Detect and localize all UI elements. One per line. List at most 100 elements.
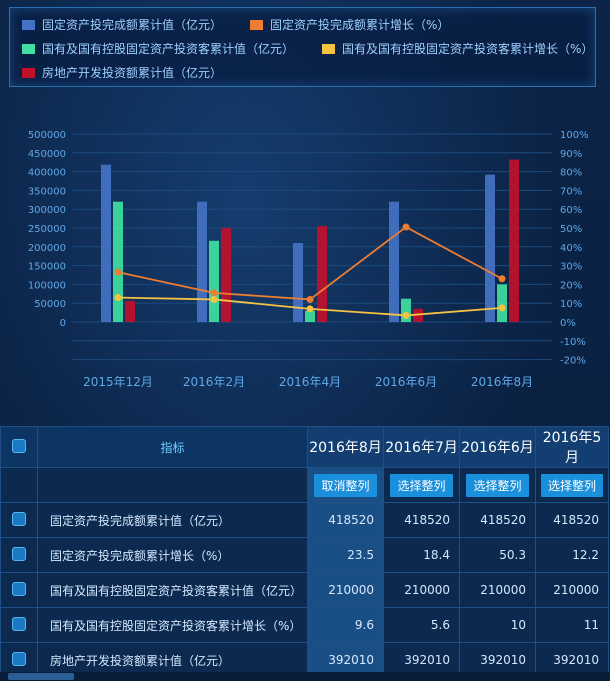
table-row: 固定资产投完成额累计增长（%） 23.5 18.4 50.3 12.2 — [0, 537, 609, 573]
legend-swatch — [22, 68, 35, 78]
row-checkbox[interactable] — [12, 651, 26, 666]
button-cell: 选择整列 — [383, 467, 460, 503]
y-right-tick-label: 80% — [560, 168, 582, 179]
y-left-tick-label: 200000 — [28, 243, 66, 254]
y-left-tick-label: 250000 — [28, 224, 66, 235]
button-cell: 选择整列 — [459, 467, 536, 503]
select-all-checkbox[interactable] — [12, 438, 26, 453]
y-right-tick-label: 60% — [560, 205, 582, 216]
select-column-button[interactable]: 选择整列 — [466, 473, 529, 497]
row-value: 418520 — [383, 502, 460, 538]
line-point — [114, 268, 122, 276]
y-right-tick-label: -10% — [560, 337, 586, 348]
bar — [197, 201, 207, 322]
row-checkbox[interactable] — [12, 581, 26, 596]
header-month[interactable]: 2016年5月 — [535, 426, 609, 468]
legend-item-state-owned-growth[interactable]: 国有及国有控股固定资产投资客累计增长（%） — [322, 40, 593, 57]
row-value: 210000 — [383, 572, 460, 608]
line-point — [498, 304, 506, 312]
legend-item-fixed-asset-growth[interactable]: 固定资产投完成额累计增长（%） — [250, 16, 449, 33]
row-checkbox[interactable] — [12, 616, 26, 631]
header-indicator: 指标 — [37, 426, 308, 468]
bar — [101, 164, 111, 322]
row-value: 418520 — [307, 502, 384, 538]
legend-item-fixed-asset-value[interactable]: 固定资产投完成额累计值（亿元） — [22, 16, 222, 33]
bar — [305, 310, 315, 322]
select-column-button[interactable]: 选择整列 — [540, 473, 603, 497]
y-right-tick-label: 50% — [560, 224, 582, 235]
line-point — [402, 311, 410, 319]
table-header-row: 指标 2016年8月 2016年7月 2016年6月 2016年5月 — [0, 426, 609, 468]
header-month[interactable]: 2016年6月 — [459, 426, 536, 468]
y-left-tick-label: 100000 — [28, 280, 66, 291]
y-left-tick-label: 150000 — [28, 262, 66, 273]
line-point — [114, 294, 122, 302]
data-table-wrapper: 指标 2016年8月 2016年7月 2016年6月 2016年5月 取消整列 … — [0, 426, 610, 681]
deselect-column-button[interactable]: 取消整列 — [314, 473, 377, 497]
row-value: 418520 — [459, 502, 536, 538]
y-left-tick-label: 0 — [60, 318, 66, 329]
bar — [509, 159, 519, 322]
y-right-tick-label: 30% — [560, 262, 582, 273]
table-row: 国有及国有控股固定资产投资客累计值（亿元） 210000 210000 2100… — [0, 572, 609, 608]
header-month[interactable]: 2016年8月 — [307, 426, 384, 468]
x-tick-label: 2016年8月 — [471, 375, 533, 389]
row-checkbox[interactable] — [12, 511, 26, 526]
row-value: 10 — [459, 607, 536, 643]
table-row: 固定资产投完成额累计值（亿元） 418520 418520 418520 418… — [0, 502, 609, 538]
row-value: 210000 — [459, 572, 536, 608]
table-row: 国有及国有控股固定资产投资客累计增长（%） 9.6 5.6 10 11 — [0, 607, 609, 643]
row-value: 210000 — [535, 572, 609, 608]
row-checkbox-cell — [0, 572, 38, 608]
header-month[interactable]: 2016年7月 — [383, 426, 460, 468]
legend-swatch — [322, 44, 335, 54]
row-indicator-name: 固定资产投完成额累计增长（%） — [37, 537, 308, 573]
bar — [209, 240, 219, 322]
combo-chart: 0 50000 100000 150000 200000 250000 300000 3500… — [28, 130, 589, 389]
legend-swatch — [22, 44, 35, 54]
bar — [317, 226, 327, 322]
bar — [113, 201, 123, 322]
y-left-tick-label: 50000 — [34, 299, 66, 310]
series-line — [117, 225, 503, 301]
row-value: 210000 — [307, 572, 384, 608]
line-point — [210, 295, 218, 303]
x-tick-label: 2016年4月 — [279, 375, 341, 389]
chart-legend: 固定资产投完成额累计值（亿元） 固定资产投完成额累计增长（%） 国有及国有控股固… — [9, 7, 596, 87]
row-value: 50.3 — [459, 537, 536, 573]
y-left-tick-label: 300000 — [28, 205, 66, 216]
legend-item-real-estate-value[interactable]: 房地产开发投资额累计值（亿元） — [22, 64, 222, 81]
scrollbar-thumb[interactable] — [8, 673, 74, 680]
bar — [389, 201, 399, 322]
empty-cell — [0, 467, 38, 503]
line-point — [210, 289, 218, 297]
horizontal-scrollbar[interactable] — [0, 672, 610, 681]
row-value: 9.6 — [307, 607, 384, 643]
y-right-tick-label: 70% — [560, 186, 582, 197]
button-cell: 取消整列 — [307, 467, 384, 503]
bar — [293, 243, 303, 322]
indicator-table: 指标 2016年8月 2016年7月 2016年6月 2016年5月 取消整列 … — [0, 426, 609, 678]
row-value: 12.2 — [535, 537, 609, 573]
select-column-button[interactable]: 选择整列 — [390, 473, 453, 497]
line-point — [306, 295, 314, 303]
y-right-tick-label: 90% — [560, 149, 582, 160]
y-right-tick-label: 100% — [560, 130, 589, 141]
select-all-cell — [0, 426, 38, 468]
row-indicator-name: 国有及国有控股固定资产投资客累计值（亿元） — [37, 572, 308, 608]
row-value: 418520 — [535, 502, 609, 538]
legend-swatch — [250, 20, 263, 30]
y-right-tick-label: 0% — [560, 318, 576, 329]
row-checkbox[interactable] — [12, 546, 26, 561]
legend-item-state-owned-value[interactable]: 国有及国有控股固定资产投资客累计值（亿元） — [22, 40, 294, 57]
y-left-tick-label: 400000 — [28, 168, 66, 179]
y-left-tick-label: 500000 — [28, 130, 66, 141]
line-point — [306, 305, 314, 313]
y-left-tick-label: 450000 — [28, 149, 66, 160]
row-checkbox-cell — [0, 537, 38, 573]
y-right-tick-label: -20% — [560, 356, 586, 367]
empty-cell — [37, 467, 308, 503]
bar — [485, 174, 495, 322]
bar — [497, 284, 507, 322]
row-checkbox-cell — [0, 502, 38, 538]
